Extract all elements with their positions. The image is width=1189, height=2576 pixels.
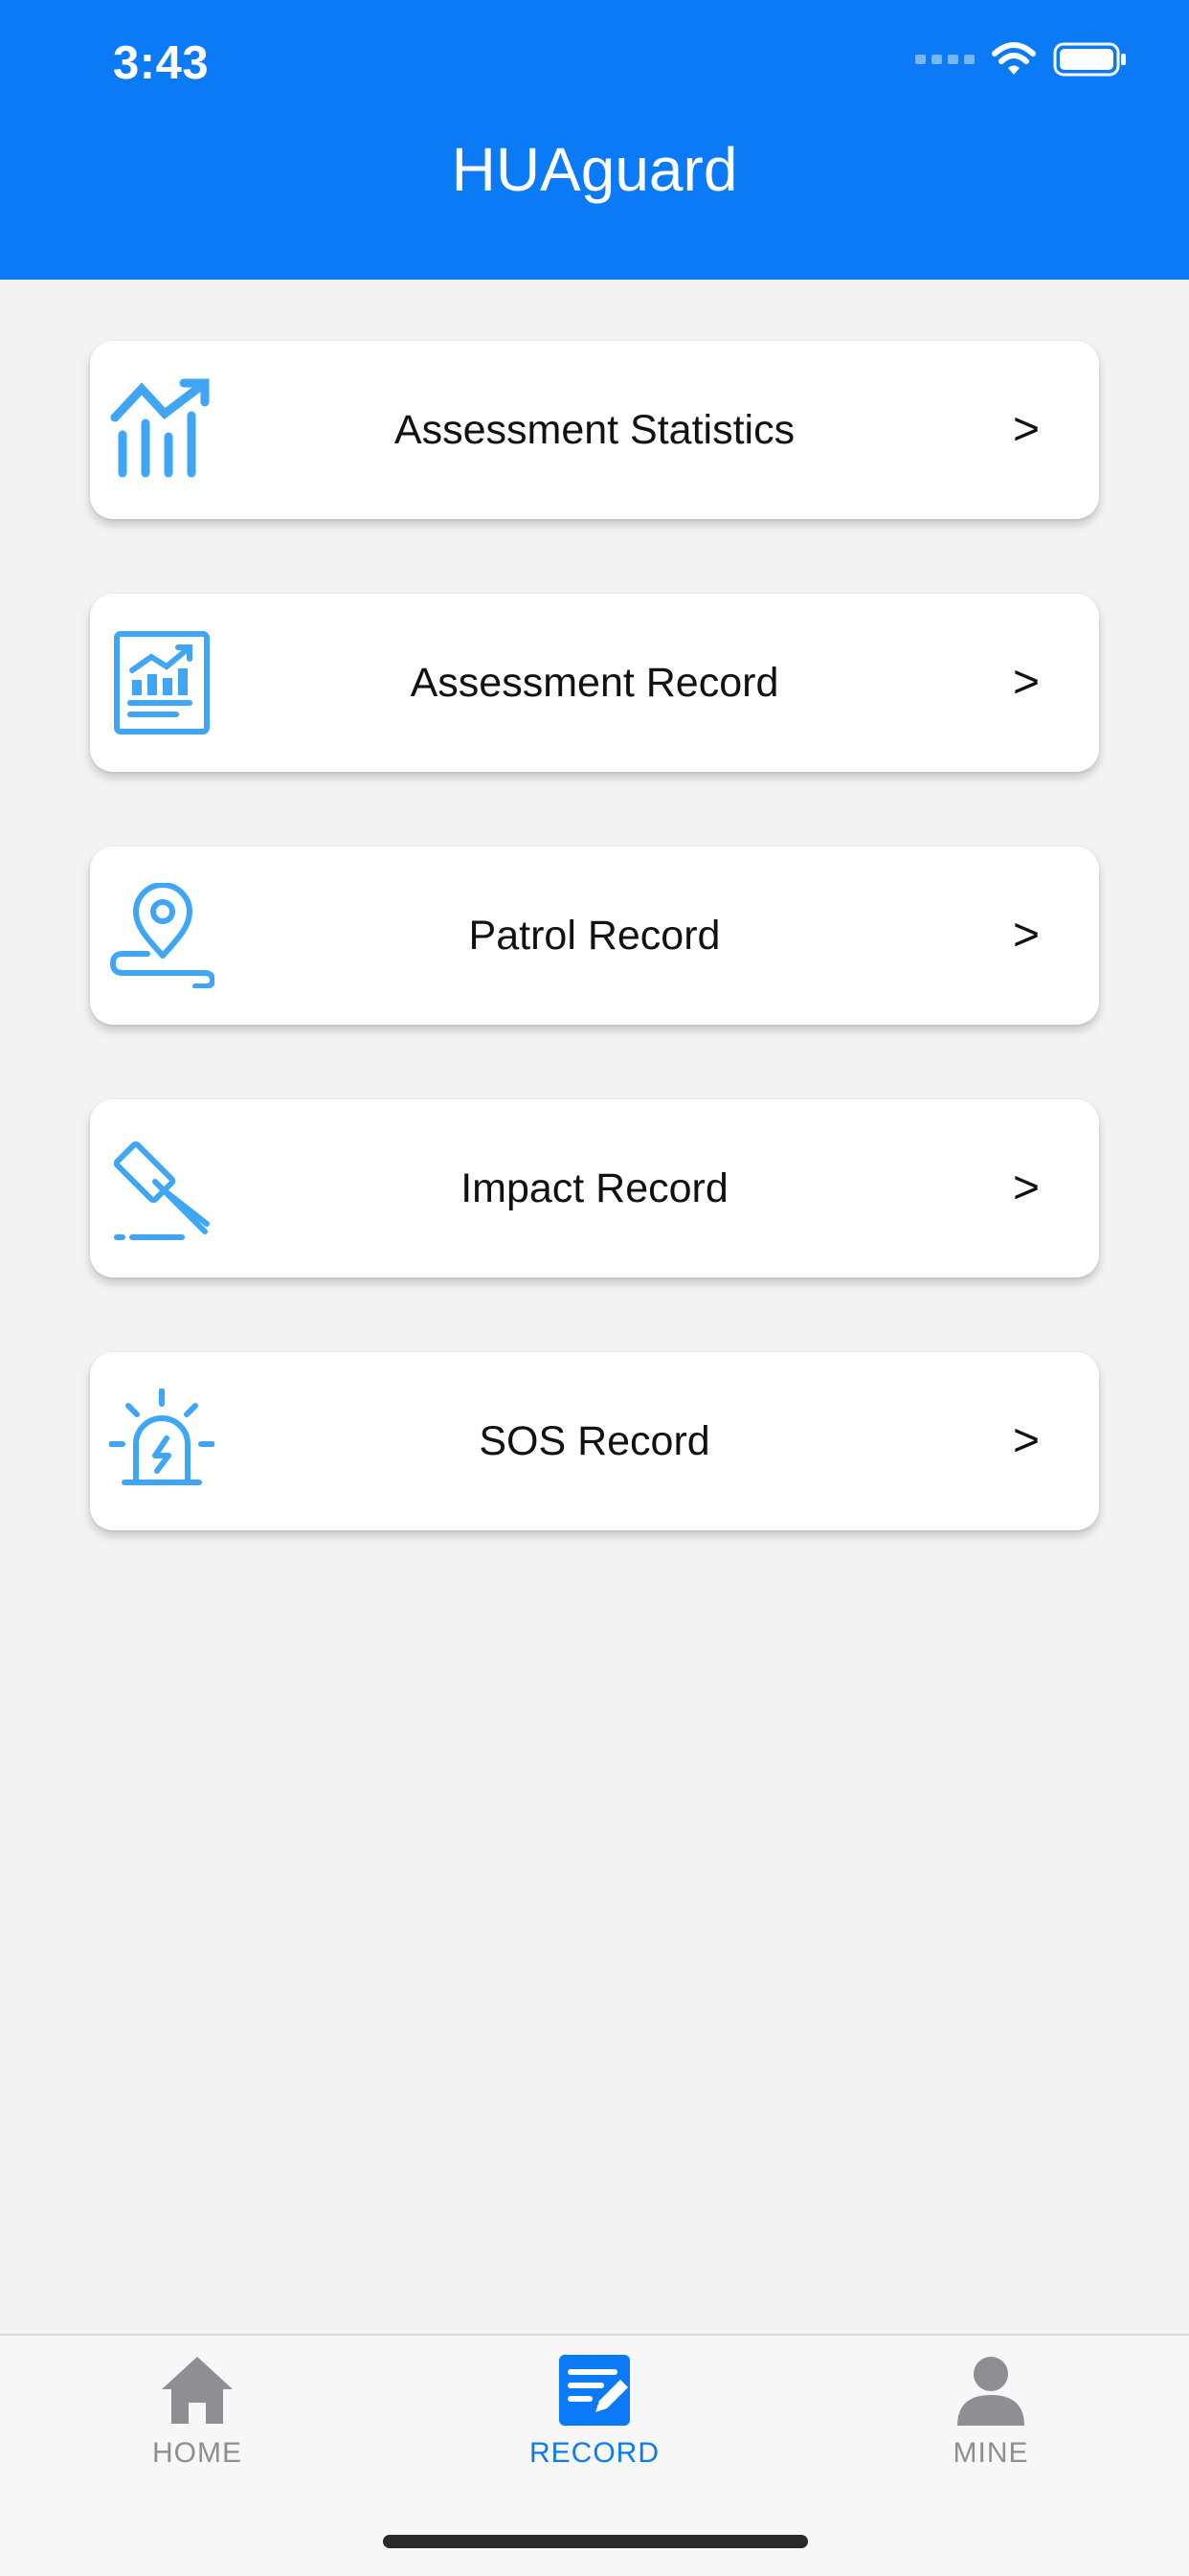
chevron-right-icon: > (1012, 1415, 1040, 1466)
menu-item-assessment-statistics[interactable]: Assessment Statistics > (90, 341, 1099, 519)
tab-mine[interactable]: MINE (876, 2353, 1106, 2470)
chevron-right-icon: > (1012, 404, 1040, 455)
tab-label: MINE (953, 2437, 1029, 2469)
menu-item-label: Patrol Record (468, 913, 721, 959)
chevron-right-icon: > (1012, 657, 1040, 708)
cellular-signal-icon (915, 55, 975, 64)
home-indicator[interactable] (383, 2535, 808, 2548)
record-edit-icon (559, 2355, 630, 2426)
tab-label: RECORD (528, 2437, 660, 2469)
menu-item-patrol-record[interactable]: Patrol Record > (90, 847, 1099, 1025)
battery-icon (1053, 42, 1126, 77)
person-icon (957, 2357, 1024, 2426)
tab-home[interactable]: HOME (82, 2353, 312, 2470)
menu-item-label: Impact Record (460, 1165, 729, 1211)
app-header: 3:43 HUAguard (0, 0, 1189, 280)
menu-item-label: Assessment Record (410, 660, 779, 706)
menu-item-assessment-record[interactable]: Assessment Record > (90, 594, 1099, 772)
menu-item-label: SOS Record (479, 1418, 710, 1464)
home-icon (162, 2357, 233, 2424)
chevron-right-icon: > (1012, 910, 1040, 960)
menu-item-impact-record[interactable]: Impact Record > (90, 1099, 1099, 1277)
menu-item-label: Assessment Statistics (393, 407, 796, 453)
wifi-icon (992, 42, 1036, 75)
chevron-right-icon: > (1012, 1163, 1040, 1213)
tab-record[interactable]: RECORD (480, 2353, 709, 2470)
tab-label: HOME (152, 2437, 242, 2469)
status-icons (915, 42, 1128, 77)
page-title: HUAguard (451, 135, 738, 204)
menu-item-sos-record[interactable]: SOS Record > (90, 1352, 1099, 1530)
record-menu: Assessment Statistics > Assessment Recor… (90, 341, 1099, 1605)
status-time: 3:43 (113, 37, 210, 89)
